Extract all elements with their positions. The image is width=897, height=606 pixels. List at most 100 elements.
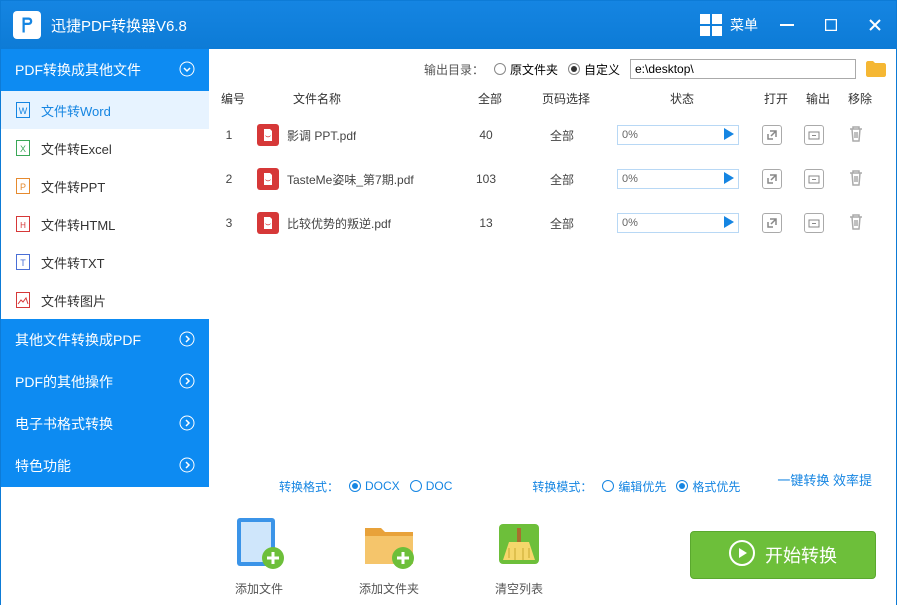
image-icon xyxy=(15,292,31,308)
output-dir-label: 输出目录： xyxy=(424,61,484,78)
header-status: 状态 xyxy=(609,90,755,107)
chevron-right-icon xyxy=(179,415,195,434)
browse-folder-button[interactable] xyxy=(866,61,886,77)
open-button[interactable] xyxy=(762,213,782,233)
chevron-right-icon xyxy=(179,373,195,392)
header-out: 输出 xyxy=(797,90,839,107)
sidebar-category-pdf-to-other[interactable]: PDF转换成其他文件 xyxy=(1,49,209,91)
row-num: 2 xyxy=(209,172,249,186)
play-icon xyxy=(729,540,755,571)
row-filename: TasteMe姿味_第7期.pdf xyxy=(249,168,453,190)
table-row: 2TasteMe姿味_第7期.pdf103全部 0% xyxy=(209,157,896,201)
app-title: 迅捷PDF转换器V6.8 xyxy=(51,15,187,36)
header-open: 打开 xyxy=(755,90,797,107)
sidebar-category-special[interactable]: 特色功能 xyxy=(1,445,209,487)
grid-icon xyxy=(700,14,722,36)
svg-text:H: H xyxy=(20,221,26,230)
word-icon: W xyxy=(15,102,31,118)
titlebar: 迅捷PDF转换器V6.8 菜单 xyxy=(1,1,896,49)
sidebar-item-excel[interactable]: X 文件转Excel xyxy=(1,129,209,167)
chevron-right-icon xyxy=(179,331,195,350)
row-progress[interactable]: 0% xyxy=(617,125,739,145)
table-row: 3比较优势的叛逆.pdf13全部0% xyxy=(209,201,896,245)
add-folder-button[interactable]: 添加文件夹 xyxy=(359,514,419,597)
table-header: 编号 文件名称 全部 页码选择 状态 打开 输出 移除 xyxy=(209,83,896,113)
row-filename: 影调 PPT.pdf xyxy=(249,124,453,146)
maximize-button[interactable] xyxy=(822,16,840,34)
radio-original-folder[interactable]: 原文件夹 xyxy=(494,61,558,78)
output-button[interactable] xyxy=(804,169,824,189)
file-rows: 1影调 PPT.pdf40全部0%2TasteMe姿味_第7期.pdf103全部… xyxy=(209,113,896,245)
bottom-toolbar: 一键转换 效率提 添加文件 添加文件夹 清空列表 开始转换 xyxy=(209,504,896,606)
header-del: 移除 xyxy=(839,90,881,107)
play-icon xyxy=(724,216,734,231)
radio-custom-folder[interactable]: 自定义 xyxy=(568,61,620,78)
row-progress[interactable]: 0% xyxy=(617,213,739,233)
output-button[interactable] xyxy=(804,213,824,233)
sidebar-item-txt[interactable]: T 文件转TXT xyxy=(1,243,209,281)
mode-label: 转换模式： xyxy=(532,478,592,495)
row-page-select[interactable]: 全部 xyxy=(519,171,605,188)
row-page-select[interactable]: 全部 xyxy=(519,127,605,144)
chevron-down-icon xyxy=(179,61,195,80)
minimize-button[interactable] xyxy=(778,16,796,34)
add-file-button[interactable]: 添加文件 xyxy=(229,514,289,597)
play-icon xyxy=(724,128,734,143)
ppt-icon: P xyxy=(15,178,31,194)
svg-text:P: P xyxy=(20,182,26,192)
open-button[interactable] xyxy=(762,125,782,145)
row-progress[interactable]: 0% xyxy=(617,169,739,189)
broom-icon xyxy=(489,514,549,574)
menu-button[interactable]: 菜单 xyxy=(700,14,758,36)
svg-text:X: X xyxy=(20,144,26,154)
radio-format-priority[interactable]: 格式优先 xyxy=(676,478,740,495)
html-icon: H xyxy=(15,216,31,232)
pdf-icon xyxy=(257,168,279,190)
row-pagecount: 103 xyxy=(453,172,519,186)
svg-text:W: W xyxy=(19,106,28,116)
delete-button[interactable] xyxy=(848,132,864,146)
txt-icon: T xyxy=(15,254,31,270)
pdf-icon xyxy=(257,124,279,146)
open-button[interactable] xyxy=(762,169,782,189)
chevron-right-icon xyxy=(179,457,195,476)
sidebar-item-image[interactable]: 文件转图片 xyxy=(1,281,209,319)
output-button[interactable] xyxy=(804,125,824,145)
row-page-select[interactable]: 全部 xyxy=(519,215,605,232)
output-dir-row: 输出目录： 原文件夹 自定义 xyxy=(209,49,896,83)
sidebar: PDF转换成其他文件 W 文件转Word X 文件转Excel P 文件转PPT… xyxy=(1,49,209,606)
row-num: 3 xyxy=(209,216,249,230)
header-all[interactable]: 全部 xyxy=(457,90,523,107)
add-file-icon xyxy=(229,514,289,574)
header-name: 文件名称 xyxy=(253,90,457,107)
app-logo xyxy=(13,11,41,39)
row-pagecount: 40 xyxy=(453,128,519,142)
sidebar-item-html[interactable]: H 文件转HTML xyxy=(1,205,209,243)
quick-convert-link[interactable]: 一键转换 效率提 xyxy=(777,470,872,489)
radio-docx[interactable]: DOCX xyxy=(349,479,400,493)
radio-doc[interactable]: DOC xyxy=(410,479,453,493)
sidebar-item-word[interactable]: W 文件转Word xyxy=(1,91,209,129)
row-num: 1 xyxy=(209,128,249,142)
clear-list-button[interactable]: 清空列表 xyxy=(489,514,549,597)
close-button[interactable] xyxy=(866,16,884,34)
pdf-icon xyxy=(257,212,279,234)
table-row: 1影调 PPT.pdf40全部 0% xyxy=(209,113,896,157)
delete-button[interactable] xyxy=(848,220,864,234)
sidebar-category-pdf-ops[interactable]: PDF的其他操作 xyxy=(1,361,209,403)
sidebar-category-ebook[interactable]: 电子书格式转换 xyxy=(1,403,209,445)
sidebar-item-ppt[interactable]: P 文件转PPT xyxy=(1,167,209,205)
sidebar-category-other-to-pdf[interactable]: 其他文件转换成PDF xyxy=(1,319,209,361)
output-path-input[interactable] xyxy=(630,59,856,79)
play-icon xyxy=(724,172,734,187)
header-num: 编号 xyxy=(213,90,253,107)
header-page: 页码选择 xyxy=(523,90,609,107)
svg-text:T: T xyxy=(20,258,26,268)
add-folder-icon xyxy=(359,514,419,574)
excel-icon: X xyxy=(15,140,31,156)
delete-button[interactable] xyxy=(848,176,864,190)
start-convert-button[interactable]: 开始转换 xyxy=(690,531,876,579)
format-label: 转换格式： xyxy=(279,478,339,495)
row-pagecount: 13 xyxy=(453,216,519,230)
radio-edit-priority[interactable]: 编辑优先 xyxy=(602,478,666,495)
